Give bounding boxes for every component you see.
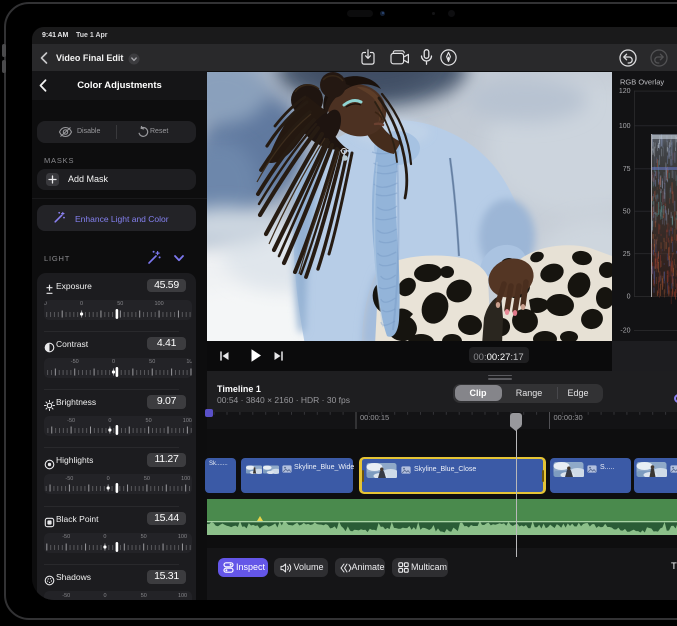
svg-text:00:00:30: 00:00:30 [554, 413, 583, 422]
svg-text:50: 50 [623, 208, 631, 215]
svg-text:-20: -20 [620, 328, 630, 335]
svg-text:120: 120 [619, 88, 631, 95]
svg-text:RGB Overlay: RGB Overlay [620, 78, 664, 87]
svg-text:25: 25 [623, 251, 631, 258]
svg-text:100: 100 [619, 123, 631, 130]
svg-text:0: 0 [627, 294, 631, 301]
svg-text:75: 75 [623, 166, 631, 173]
svg-text:00:00:15: 00:00:15 [360, 413, 389, 422]
